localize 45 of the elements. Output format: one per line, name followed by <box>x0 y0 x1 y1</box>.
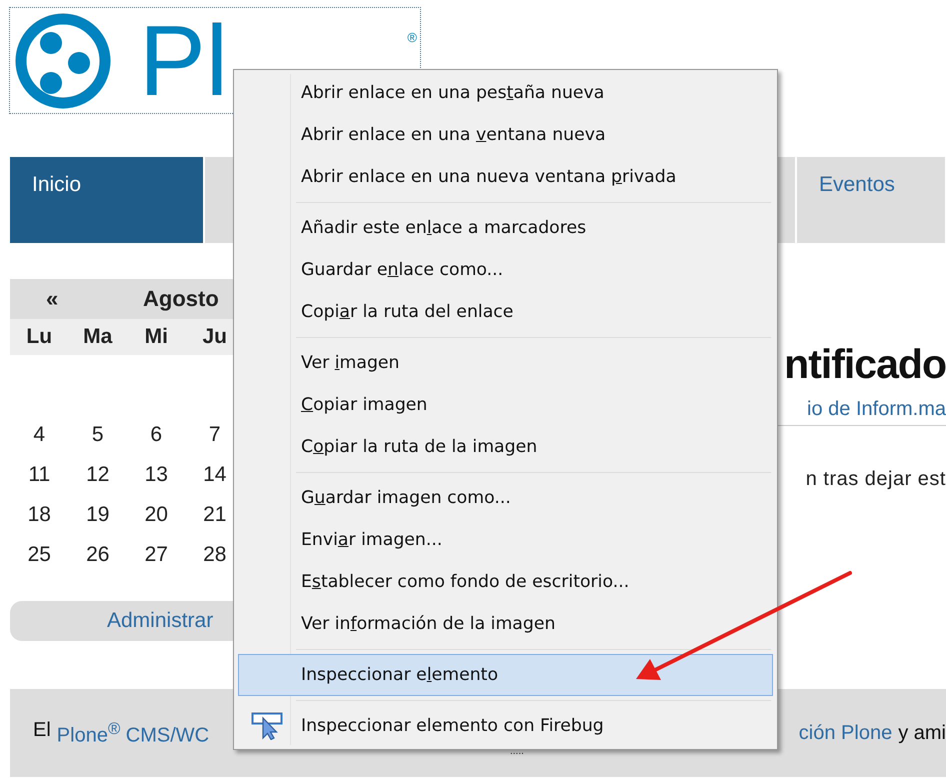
footer-link[interactable]: Plone$^{®}$ CMS/WC <box>56 718 210 748</box>
day-cell[interactable]: 6 <box>127 423 186 447</box>
weekday-label: Ju <box>201 325 228 349</box>
menu-item[interactable]: Guardar enlace como... <box>238 249 773 291</box>
logo-icon <box>13 11 113 111</box>
nav-tab[interactable]: Eventos <box>797 157 945 243</box>
day-cell[interactable]: 13 <box>127 463 186 487</box>
day-cell[interactable]: 4 <box>10 423 68 447</box>
body-text: n tras dejar est <box>806 468 946 491</box>
weekday-label: Lu <box>25 325 54 349</box>
logo-text: Pl <box>139 8 228 114</box>
day-cell[interactable]: 26 <box>68 543 127 567</box>
day-cell[interactable]: 18 <box>10 503 68 527</box>
day-cell[interactable]: 19 <box>68 503 127 527</box>
menu-item[interactable]: Ver imagen <box>238 342 773 384</box>
day-cell[interactable]: 27 <box>127 543 186 567</box>
nav-tab[interactable]: Inicio <box>10 157 203 243</box>
footer-text: El <box>33 718 51 743</box>
footer-text: y ami <box>898 722 946 744</box>
previous-month-link[interactable]: « <box>46 286 143 312</box>
menu-item[interactable]: Establecer como fondo de escritorio... <box>238 561 773 603</box>
menu-item[interactable]: Abrir enlace en una ventana nueva <box>238 114 773 156</box>
inspect-pointer-icon <box>251 712 283 740</box>
menu-item[interactable]: Enviar imagen... <box>238 519 773 561</box>
menu-item[interactable]: Inspeccionar elemento con Firebug <box>238 705 773 747</box>
weekday-label: Ma <box>82 325 114 349</box>
menu-item[interactable]: Abrir enlace en una nueva ventana privada <box>238 156 773 198</box>
day-cell[interactable]: 25 <box>10 543 68 567</box>
registered-mark: ® <box>407 30 417 45</box>
day-cell[interactable]: 20 <box>127 503 186 527</box>
weekday-label: Mi <box>144 325 169 349</box>
footer-link[interactable]: ción Plone <box>798 722 892 744</box>
day-cell[interactable]: 5 <box>68 423 127 447</box>
menu-item[interactable]: Copiar la ruta del enlace <box>238 291 773 333</box>
month-label: Agosto <box>143 286 219 312</box>
menu-item[interactable]: Inspeccionar elemento <box>238 654 773 696</box>
footer-dots: ..... <box>510 746 524 757</box>
byline-link[interactable]: io de Inform.ma <box>807 398 946 421</box>
day-cell[interactable]: 12 <box>68 463 127 487</box>
menu-item[interactable]: Copiar la ruta de la imagen <box>238 426 773 468</box>
menu-item[interactable]: Guardar imagen como... <box>238 477 773 519</box>
page-heading: ntificado <box>784 341 946 388</box>
menu-item[interactable]: Añadir este enlace a marcadores <box>238 207 773 249</box>
menu-item[interactable]: Copiar imagen <box>238 384 773 426</box>
day-cell[interactable]: 11 <box>10 463 68 487</box>
